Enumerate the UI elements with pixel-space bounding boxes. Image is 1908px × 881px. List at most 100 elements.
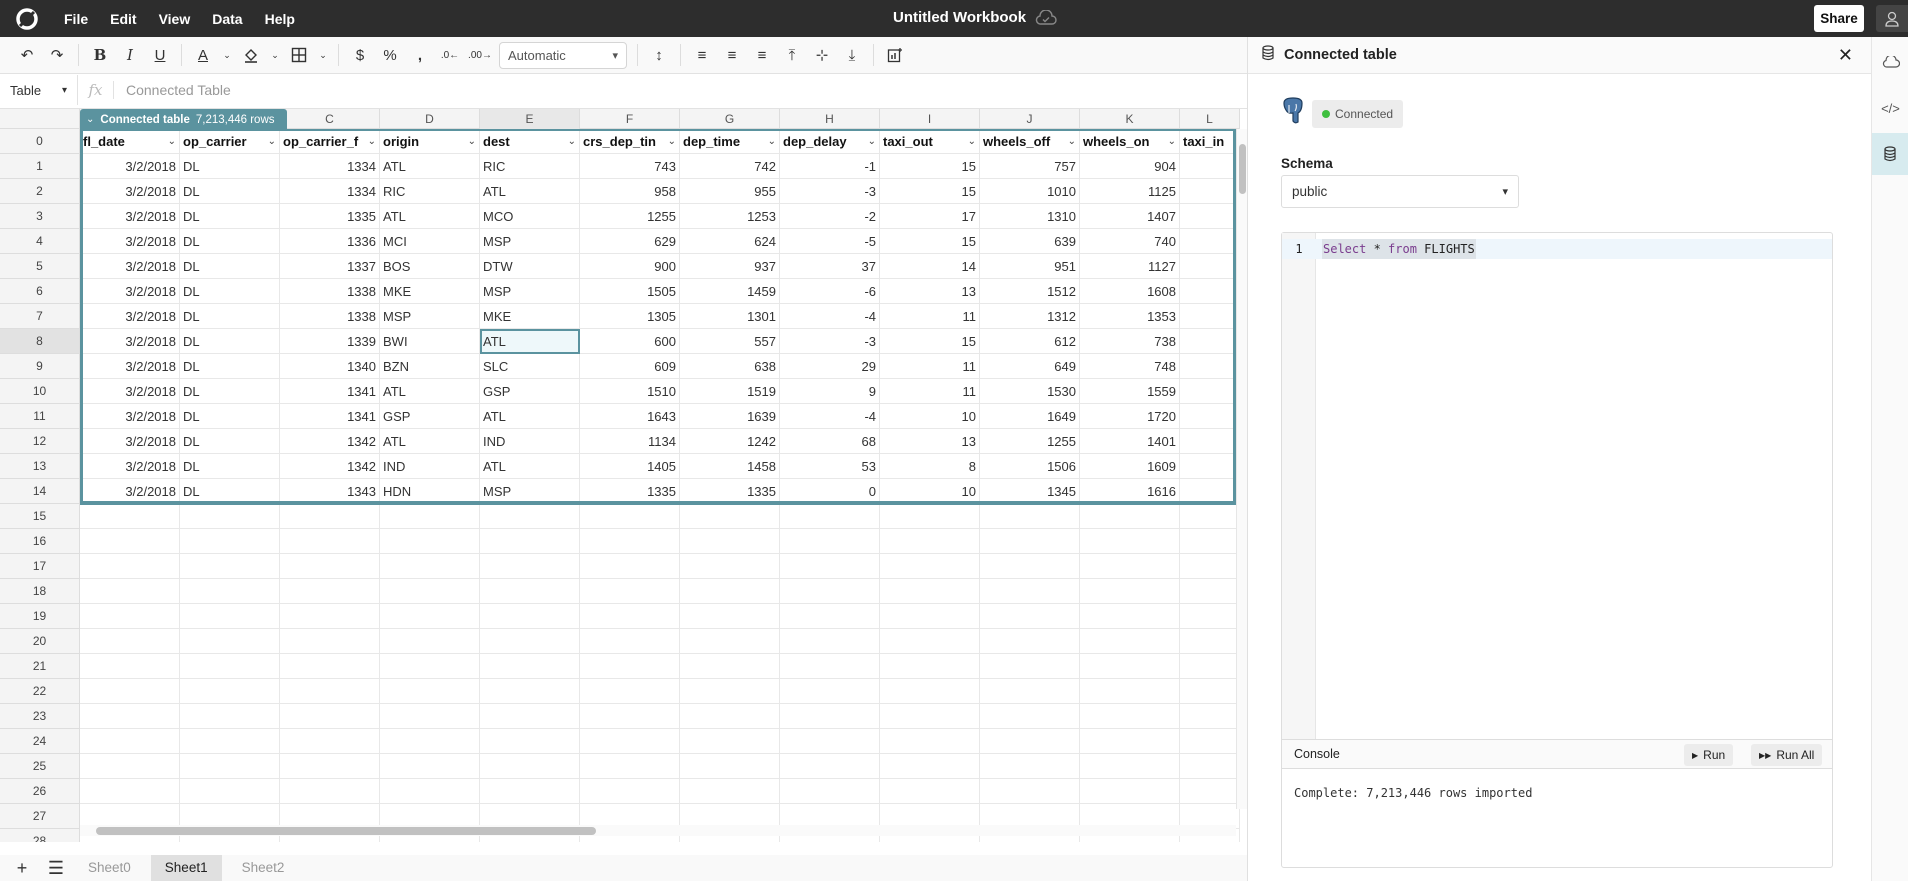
cell[interactable]: DL (180, 204, 280, 229)
cell[interactable] (180, 654, 280, 679)
cell[interactable]: 3/2/2018 (80, 354, 180, 379)
chevron-down-icon[interactable]: ⌄ (86, 114, 94, 125)
cell[interactable]: 53 (780, 454, 880, 479)
cell[interactable]: -4 (780, 404, 880, 429)
cell[interactable] (1180, 654, 1240, 679)
cell[interactable]: 11 (880, 379, 980, 404)
cell[interactable]: MKE (380, 279, 480, 304)
menu-help[interactable]: Help (254, 11, 306, 27)
cell[interactable] (1080, 679, 1180, 704)
name-box[interactable]: Table ▾ (0, 75, 78, 105)
connected-table-tag[interactable]: ⌄ Connected table 7,213,446 rows (80, 109, 287, 130)
cell[interactable] (680, 704, 780, 729)
cell[interactable] (680, 629, 780, 654)
row-header[interactable]: 26 (0, 779, 80, 804)
cell[interactable]: 937 (680, 254, 780, 279)
cell[interactable]: DL (180, 379, 280, 404)
cell[interactable]: 3/2/2018 (80, 179, 180, 204)
cell[interactable] (880, 729, 980, 754)
cell[interactable] (780, 554, 880, 579)
cell[interactable] (1180, 379, 1240, 404)
cell[interactable]: RIC (480, 154, 580, 179)
cell[interactable] (280, 779, 380, 804)
cell[interactable] (480, 779, 580, 804)
cell[interactable]: 740 (1080, 229, 1180, 254)
cell[interactable]: -5 (780, 229, 880, 254)
cell[interactable] (880, 504, 980, 529)
cell[interactable] (380, 729, 480, 754)
cell[interactable]: 8 (880, 454, 980, 479)
cell[interactable]: 11 (880, 304, 980, 329)
currency-icon[interactable]: $ (345, 41, 375, 69)
cell[interactable]: 600 (580, 329, 680, 354)
row-header[interactable]: 5 (0, 254, 80, 279)
chevron-down-icon[interactable]: ⌄ (1168, 129, 1176, 154)
column-field-header[interactable]: op_carrier ⌄ (180, 129, 280, 154)
cell[interactable]: 1335 (580, 479, 680, 504)
cell[interactable] (680, 554, 780, 579)
row-header[interactable]: 22 (0, 679, 80, 704)
cell[interactable] (980, 679, 1080, 704)
cell[interactable] (680, 779, 780, 804)
schema-select[interactable]: public ▾ (1281, 175, 1519, 208)
cell[interactable]: BZN (380, 354, 480, 379)
cell[interactable] (980, 579, 1080, 604)
cell[interactable]: 1334 (280, 154, 380, 179)
cell[interactable]: MCO (480, 204, 580, 229)
cell[interactable]: 15 (880, 179, 980, 204)
cell[interactable] (1180, 679, 1240, 704)
cell[interactable]: 1407 (1080, 204, 1180, 229)
cell[interactable]: -3 (780, 179, 880, 204)
borders-icon[interactable] (284, 41, 314, 69)
cell[interactable]: 624 (680, 229, 780, 254)
chevron-down-icon[interactable]: ⌄ (266, 41, 284, 69)
cell[interactable] (880, 579, 980, 604)
cell[interactable] (780, 654, 880, 679)
cell[interactable]: BWI (380, 329, 480, 354)
row-header[interactable]: 27 (0, 804, 80, 829)
chevron-down-icon[interactable]: ⌄ (768, 129, 776, 154)
cell[interactable]: 1312 (980, 304, 1080, 329)
close-icon[interactable]: ✕ (1838, 45, 1853, 66)
cell[interactable] (780, 629, 880, 654)
row-header[interactable]: 3 (0, 204, 80, 229)
cell[interactable] (1180, 229, 1240, 254)
cell[interactable] (80, 554, 180, 579)
cell[interactable]: 3/2/2018 (80, 329, 180, 354)
cell[interactable]: 1506 (980, 454, 1080, 479)
cell[interactable] (680, 729, 780, 754)
cell[interactable] (880, 529, 980, 554)
cell[interactable] (1180, 304, 1240, 329)
cell[interactable] (980, 504, 1080, 529)
cell[interactable]: 1616 (1080, 479, 1180, 504)
cell[interactable]: DL (180, 454, 280, 479)
cell[interactable]: MSP (480, 279, 580, 304)
app-logo-icon[interactable] (15, 7, 39, 31)
cell[interactable]: 757 (980, 154, 1080, 179)
cell[interactable] (1080, 779, 1180, 804)
cell[interactable]: -1 (780, 154, 880, 179)
cell[interactable]: 3/2/2018 (80, 429, 180, 454)
cell[interactable]: ATL (480, 329, 580, 354)
cell[interactable] (80, 654, 180, 679)
cell[interactable]: DL (180, 304, 280, 329)
chevron-down-icon[interactable]: ⌄ (1068, 129, 1076, 154)
cell[interactable]: 1339 (280, 329, 380, 354)
cell[interactable]: 1639 (680, 404, 780, 429)
cell[interactable]: 649 (980, 354, 1080, 379)
cell[interactable]: 13 (880, 279, 980, 304)
cell[interactable]: 958 (580, 179, 680, 204)
row-header[interactable]: 12 (0, 429, 80, 454)
cell[interactable] (780, 779, 880, 804)
align-top-icon[interactable]: ⤒ (777, 41, 807, 69)
row-header[interactable]: 7 (0, 304, 80, 329)
cell[interactable] (1080, 554, 1180, 579)
cell[interactable] (680, 579, 780, 604)
cell[interactable] (980, 754, 1080, 779)
cell[interactable]: DL (180, 479, 280, 504)
row-header[interactable]: 10 (0, 379, 80, 404)
text-color-icon[interactable]: A (188, 41, 218, 69)
cell[interactable]: 1010 (980, 179, 1080, 204)
chevron-down-icon[interactable]: ⌄ (168, 129, 176, 154)
cell[interactable] (180, 504, 280, 529)
